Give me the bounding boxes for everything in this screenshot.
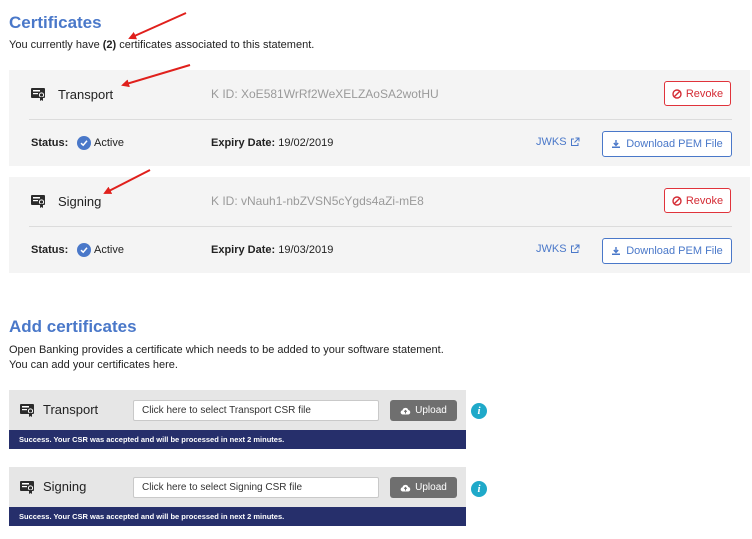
info-icon[interactable]: i bbox=[471, 481, 487, 497]
upload-button[interactable]: Upload bbox=[390, 400, 457, 421]
download-icon bbox=[612, 247, 621, 255]
certificate-count: (2) bbox=[102, 39, 117, 51]
status-value: Active bbox=[94, 137, 124, 149]
transport-csr-file-input[interactable]: Click here to select Transport CSR file bbox=[133, 400, 379, 421]
card-divider bbox=[29, 226, 732, 227]
check-circle-icon bbox=[77, 136, 91, 150]
add-certificates-desc-2: You can add your certificates here. bbox=[9, 359, 178, 371]
certificate-kid: K ID: XoE581WrRf2WeXELZAoSA2wotHU bbox=[211, 87, 439, 101]
success-banner: Success. Your CSR was accepted and will … bbox=[9, 507, 466, 526]
upload-cert-name: Transport bbox=[43, 402, 99, 417]
certificate-kid: K ID: vNauh1-nbZVSN5cYgds4aZi-mE8 bbox=[211, 194, 424, 208]
status-label: Status: bbox=[31, 137, 69, 149]
status-value: Active bbox=[94, 244, 124, 256]
card-divider bbox=[29, 119, 732, 120]
revoke-button[interactable]: Revoke bbox=[664, 81, 731, 106]
add-certificates-title: Add certificates bbox=[9, 317, 137, 336]
ban-icon bbox=[672, 88, 682, 99]
success-banner: Success. Your CSR was accepted and will … bbox=[9, 430, 466, 449]
cloud-upload-icon bbox=[400, 407, 411, 415]
certificate-icon bbox=[20, 404, 34, 417]
signing-csr-file-input[interactable]: Click here to select Signing CSR file bbox=[133, 477, 379, 498]
external-link-icon bbox=[570, 137, 580, 146]
certificates-title: Certificates bbox=[9, 13, 102, 32]
jwks-link[interactable]: JWKS bbox=[536, 136, 580, 148]
certificate-name: Transport bbox=[58, 87, 114, 102]
jwks-link[interactable]: JWKS bbox=[536, 243, 580, 255]
certificates-summary: You currently have (2) certificates asso… bbox=[9, 39, 315, 51]
certificate-icon bbox=[31, 88, 45, 101]
cloud-upload-icon bbox=[400, 484, 411, 492]
download-icon bbox=[612, 140, 621, 148]
add-certificates-desc-1: Open Banking provides a certificate whic… bbox=[9, 344, 444, 356]
certificate-name: Signing bbox=[58, 194, 102, 209]
status-label: Status: bbox=[31, 244, 69, 256]
ban-icon bbox=[672, 195, 682, 206]
upload-cert-name: Signing bbox=[43, 479, 87, 494]
download-pem-button[interactable]: Download PEM File bbox=[602, 131, 732, 157]
annotation-arrow bbox=[128, 12, 187, 40]
certificate-icon bbox=[20, 481, 34, 494]
external-link-icon bbox=[570, 244, 580, 253]
certificate-icon bbox=[31, 195, 45, 208]
download-pem-button[interactable]: Download PEM File bbox=[602, 238, 732, 264]
upload-button[interactable]: Upload bbox=[390, 477, 457, 498]
check-circle-icon bbox=[77, 243, 91, 257]
revoke-button[interactable]: Revoke bbox=[664, 188, 731, 213]
expiry-date: Expiry Date: 19/02/2019 bbox=[211, 137, 334, 149]
expiry-date: Expiry Date: 19/03/2019 bbox=[211, 244, 334, 256]
info-icon[interactable]: i bbox=[471, 403, 487, 419]
